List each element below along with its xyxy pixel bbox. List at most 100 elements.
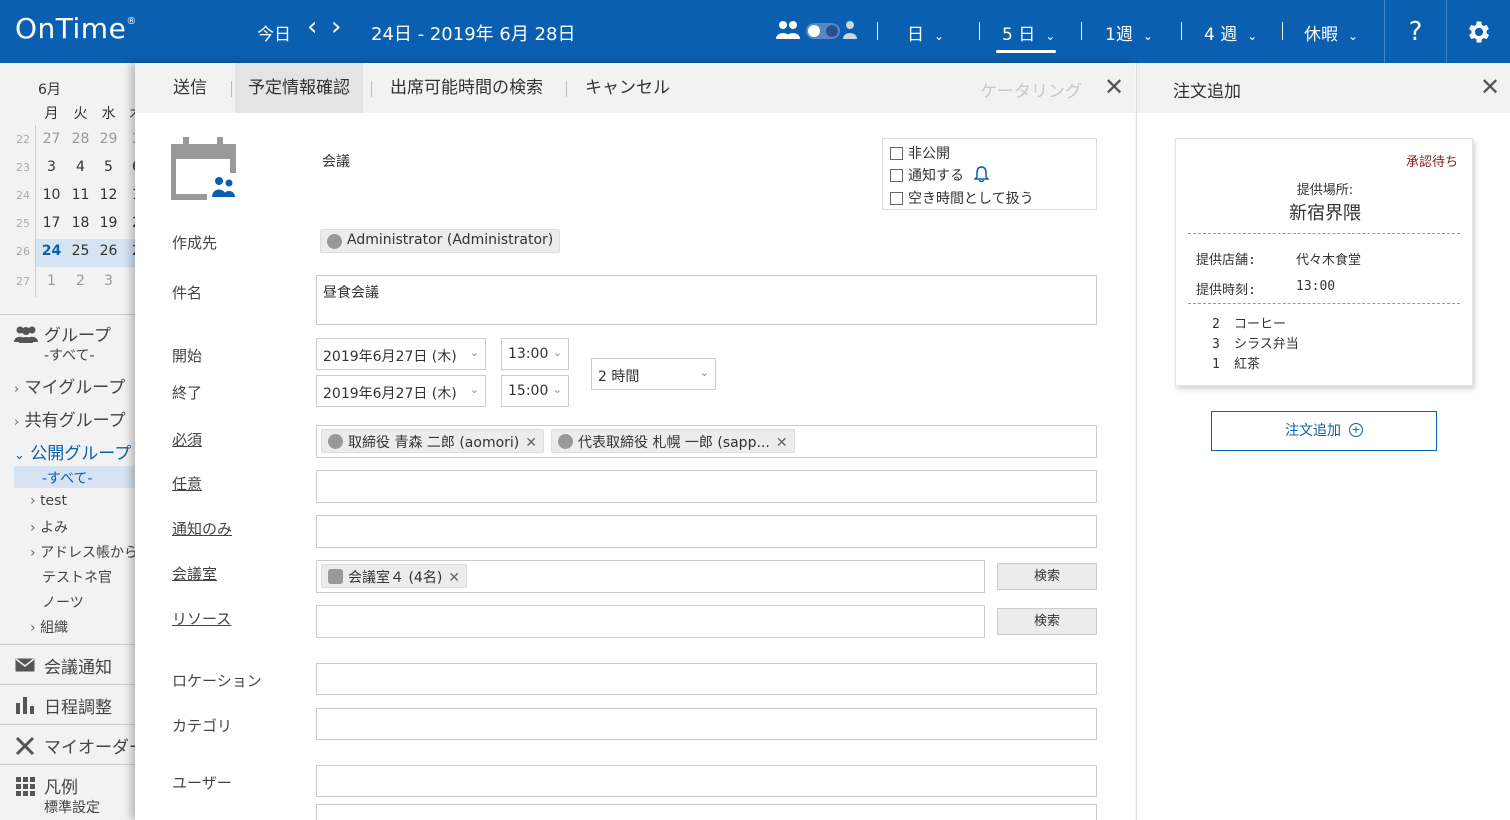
mini-cal-day[interactable]: 10 [37, 187, 66, 203]
settings-button[interactable] [1446, 0, 1510, 63]
mini-cal-day[interactable]: 1 [37, 273, 66, 289]
my-order-section[interactable]: マイオーダー [0, 724, 135, 764]
resource-search-button[interactable]: 検索 [997, 608, 1097, 635]
user-label: ユーザー [172, 774, 232, 792]
shared-group[interactable]: › 共有グループ [14, 406, 126, 431]
schedule-label: 日程調整 [44, 698, 112, 718]
single-person-icon[interactable] [843, 20, 857, 40]
mini-cal-day[interactable]: 11 [66, 187, 95, 203]
mini-cal-day[interactable]: 27 [37, 131, 66, 147]
order-card[interactable]: 承認待ち 提供場所: 新宿界隈 提供店舗: 代々木食堂 提供時刻: 13:00 2コ… [1175, 138, 1473, 386]
group-item-address-book[interactable]: › アドレス帳から [30, 542, 135, 562]
attendee-chip[interactable]: 取締役 青森 二郎 (aomori) ✕ [321, 429, 545, 453]
order-panel: 注文追加 ✕ 承認待ち 提供場所: 新宿界隈 提供店舗: 代々木食堂 提供時刻: 1… [1136, 63, 1510, 820]
my-group[interactable]: › マイグループ [14, 373, 125, 398]
remove-icon[interactable]: ✕ [448, 570, 460, 586]
resource-label[interactable]: リソース [172, 608, 231, 629]
optional-label[interactable]: 任意 [172, 473, 202, 494]
mini-cal-day[interactable]: 2 [122, 243, 135, 259]
duration-select[interactable]: 2 時間 ⌄ [591, 358, 716, 390]
mini-cal-day[interactable]: 6 [122, 159, 135, 175]
mini-cal-day[interactable]: 17 [37, 215, 66, 231]
view-week[interactable]: 1週 ⌄ [1105, 20, 1153, 45]
fyi-attendees-field[interactable] [316, 515, 1097, 548]
category-input[interactable] [316, 708, 1097, 740]
next-input-partial[interactable] [316, 804, 1097, 820]
creator-chip[interactable]: Administrator (Administrator) [320, 229, 561, 253]
mini-cal-day[interactable]: 2 [122, 215, 135, 231]
required-attendees-field[interactable]: 取締役 青森 二郎 (aomori) ✕ 代表取締役 札幌 一郎 (sapp...… [316, 425, 1097, 458]
add-order-button[interactable]: 注文追加 + [1211, 411, 1437, 451]
meeting-notice-section[interactable]: 会議通知 [0, 644, 135, 684]
room-field[interactable]: 会議室４ (4名) ✕ [316, 560, 985, 593]
mini-cal-day[interactable]: 3 [37, 159, 66, 175]
view-five-day[interactable]: 5 日 ⌄ [1002, 20, 1055, 45]
mini-cal-day[interactable]: 29 [94, 131, 123, 147]
group-item-test[interactable]: › test [30, 493, 67, 509]
view-four-week[interactable]: 4 週 ⌄ [1204, 20, 1257, 45]
room-search-button[interactable]: 検索 [997, 563, 1097, 590]
person-group-toggle[interactable] [806, 23, 840, 39]
public-group-all[interactable]: -すべて- [42, 468, 93, 488]
private-checkbox[interactable]: 非公開 [890, 143, 950, 163]
room-label[interactable]: 会議室 [172, 563, 217, 584]
mini-cal-day[interactable]: 26 [94, 243, 123, 259]
order-line: 2 コーヒー [1212, 317, 1287, 332]
next-button[interactable]: › [331, 12, 341, 42]
close-icon[interactable]: ✕ [1480, 73, 1500, 101]
start-time-select[interactable]: 13:00 ⌄ [501, 338, 569, 370]
mini-cal-day[interactable]: 5 [94, 159, 123, 175]
subject-input[interactable]: 昼食会議 [316, 275, 1097, 325]
group-all[interactable]: -すべて- [44, 345, 95, 365]
optional-attendees-field[interactable] [316, 470, 1097, 503]
group-item-yomi[interactable]: › よみ [30, 517, 68, 537]
free-time-checkbox[interactable]: 空き時間として扱う [890, 188, 1034, 208]
end-date-select[interactable]: 2019年6月27日 (木) ⌄ [316, 375, 486, 407]
mini-cal-day[interactable]: 18 [66, 215, 95, 231]
public-group[interactable]: ⌄ 公開グループ [14, 439, 131, 464]
tab-check[interactable]: 予定情報確認 [235, 63, 363, 113]
schedule-section[interactable]: 日程調整 [0, 684, 135, 724]
group-item-org[interactable]: › 組織 [30, 617, 68, 637]
location-input[interactable] [316, 663, 1097, 695]
mini-cal-day[interactable]: 19 [94, 215, 123, 231]
help-button[interactable]: ? [1384, 0, 1446, 63]
mini-cal-day[interactable]: 12 [94, 187, 123, 203]
group-people-icon[interactable] [776, 20, 802, 40]
group-item-notes[interactable]: ノーツ [42, 592, 84, 612]
view-holiday[interactable]: 休暇 ⌄ [1304, 20, 1358, 45]
mini-cal-day[interactable]: 1 [122, 187, 135, 203]
required-label[interactable]: 必須 [172, 429, 202, 450]
close-icon[interactable]: ✕ [1104, 73, 1124, 101]
ontime-logo[interactable]: OnTime® [15, 12, 137, 45]
remove-icon[interactable]: ✕ [776, 435, 788, 451]
resource-field[interactable] [316, 605, 985, 638]
mini-cal-day[interactable]: 3 [94, 273, 123, 289]
view-day[interactable]: 日 ⌄ [907, 20, 944, 45]
prev-button[interactable]: ‹ [307, 12, 317, 42]
tab-cancel[interactable]: キャンセル [572, 63, 683, 113]
today-button[interactable]: 今日 [257, 20, 291, 45]
end-time-select[interactable]: 15:00 ⌄ [501, 375, 569, 407]
weekday-header: 水 [101, 106, 116, 122]
mini-cal-day[interactable]: 28 [66, 131, 95, 147]
mini-cal-day[interactable]: 25 [66, 243, 95, 259]
fyi-label[interactable]: 通知のみ [172, 518, 232, 539]
remove-icon[interactable]: ✕ [525, 435, 537, 451]
group-item-test-ne[interactable]: テストネ官 [42, 567, 112, 587]
room-chip[interactable]: 会議室４ (4名) ✕ [321, 564, 468, 588]
legend-section[interactable]: 凡例 標準設定 [0, 764, 135, 820]
user-input[interactable] [316, 765, 1097, 797]
mini-cal-day[interactable]: 4 [66, 159, 95, 175]
order-panel-header: 注文追加 ✕ [1137, 63, 1510, 113]
notify-checkbox[interactable]: 通知する [890, 165, 991, 185]
mini-cal-day-selected[interactable]: 24 [37, 243, 66, 259]
tab-availability[interactable]: 出席可能時間の検索 [377, 63, 556, 113]
group-title[interactable]: グループ [44, 321, 111, 346]
mini-cal-day[interactable]: 3 [122, 131, 135, 147]
start-date-select[interactable]: 2019年6月27日 (木) ⌄ [316, 338, 486, 370]
start-label: 開始 [172, 347, 203, 365]
tab-send[interactable]: 送信 [160, 63, 220, 113]
attendee-chip[interactable]: 代表取締役 札幌 一郎 (sapp... ✕ [551, 429, 795, 453]
mini-cal-day[interactable]: 2 [66, 273, 95, 289]
